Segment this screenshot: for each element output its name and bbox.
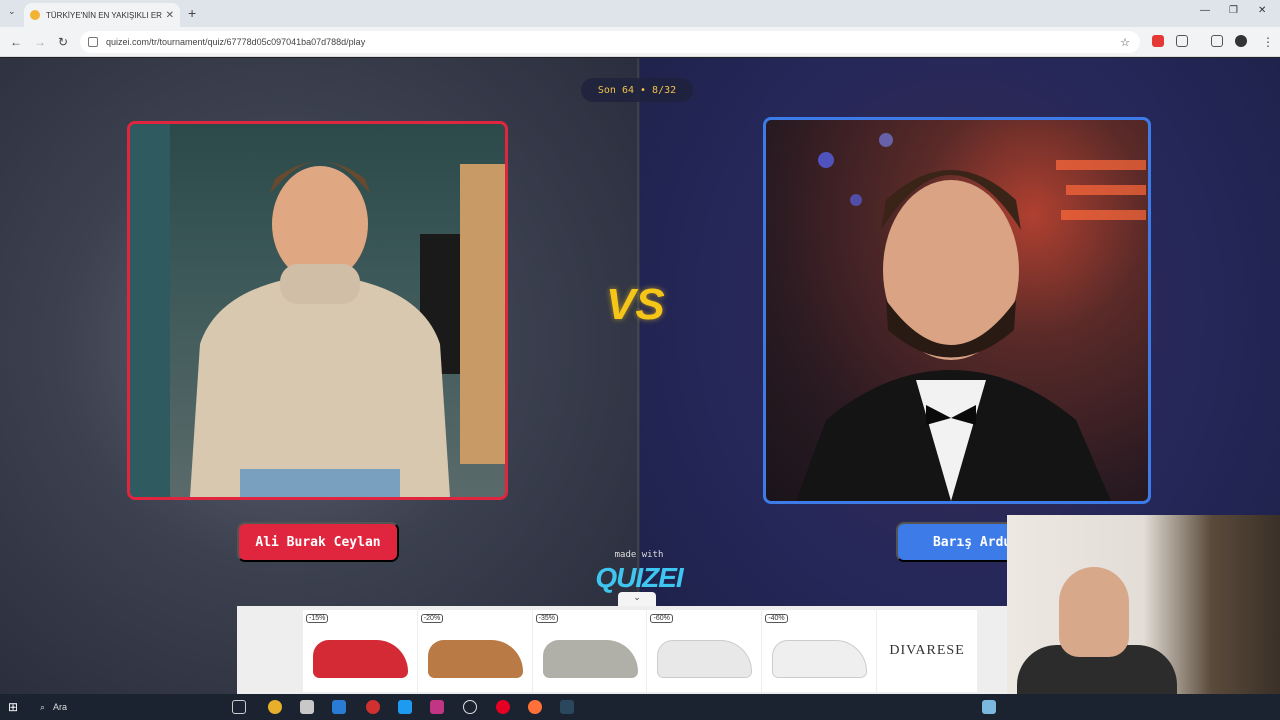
extension-icon[interactable] (1152, 35, 1164, 47)
taskbar-search[interactable]: ⌕ Ara (32, 694, 222, 720)
instagram-icon[interactable] (430, 700, 444, 714)
browser-tab[interactable]: TÜRKİYE'NİN EN YAKIŞIKLI ERKE ✕ (24, 3, 180, 27)
forward-icon[interactable]: → (34, 35, 46, 49)
discount-badge: -60% (650, 614, 673, 623)
site-info-icon[interactable] (88, 37, 98, 47)
advertisement-banner[interactable]: -15% -20% -35% -60% -40% DIVARESE ⓘ ⋮ (237, 606, 1025, 694)
quizei-logo[interactable]: QUIZEI (594, 562, 684, 594)
discount-badge: -35% (535, 614, 558, 623)
favicon-icon (30, 10, 40, 20)
tab-close-icon[interactable]: ✕ (166, 10, 174, 21)
address-bar-row: ← → ↻ quizei.com/tr/tournament/quiz/6777… (0, 27, 1280, 57)
left-contestant-photo[interactable] (127, 121, 508, 500)
discount-badge: -15% (306, 614, 329, 623)
shoe-image (657, 640, 753, 678)
discount-badge: -40% (765, 614, 788, 623)
taskbar-search-placeholder: Ara (53, 702, 68, 712)
windows-taskbar: ⊞ ⌕ Ara (0, 694, 1280, 720)
chrome-icon[interactable] (268, 700, 282, 714)
browser-tab-strip: ⌄ TÜRKİYE'NİN EN YAKIŞIKLI ERKE ✕ + — ❐ … (0, 0, 1280, 27)
choose-left-button[interactable]: Ali Burak Ceylan (237, 522, 399, 562)
close-window-icon[interactable]: ✕ (1258, 5, 1266, 16)
right-contestant-photo[interactable] (763, 117, 1151, 504)
task-view-icon[interactable] (232, 700, 246, 714)
versus-badge: VS (606, 280, 665, 329)
windows-start-icon[interactable]: ⊞ (8, 700, 18, 714)
shoe-image (427, 640, 523, 678)
menu-kebab-icon[interactable]: ⋮ (1262, 35, 1274, 49)
mail-icon[interactable] (332, 700, 346, 714)
store-icon[interactable] (300, 700, 314, 714)
left-person-illustration (130, 124, 505, 497)
ad-product[interactable]: -60% (647, 610, 763, 692)
ad-product[interactable]: -15% (303, 610, 418, 692)
weather-icon[interactable] (982, 700, 996, 714)
new-tab-button[interactable]: + (188, 5, 196, 21)
ad-product-strip: -15% -20% -35% -60% -40% DIVARESE ⓘ ⋮ (303, 610, 1025, 692)
round-indicator: Son 64 • 8/32 (581, 78, 693, 102)
firefox-icon[interactable] (528, 700, 542, 714)
back-icon[interactable]: ← (10, 35, 22, 49)
search-icon: ⌕ (40, 701, 46, 712)
extensions-puzzle-icon[interactable] (1176, 35, 1188, 47)
restore-icon[interactable]: ❐ (1229, 5, 1238, 16)
ad-product[interactable]: -20% (418, 610, 533, 692)
ad-product[interactable]: -40% (762, 610, 878, 692)
tab-search-icon[interactable]: ⌄ (8, 6, 16, 17)
discount-badge: -20% (420, 614, 444, 623)
tab-title: TÜRKİYE'NİN EN YAKIŞIKLI ERKE (46, 10, 162, 20)
url-text: quizei.com/tr/tournament/quiz/67778d05c0… (106, 37, 366, 47)
reload-icon[interactable]: ↻ (58, 35, 68, 49)
ad-brand-logo[interactable]: DIVARESE (877, 610, 977, 692)
pinterest-icon[interactable] (496, 700, 510, 714)
webcam-overlay (1007, 515, 1280, 720)
shoe-image (313, 640, 408, 678)
steam-icon[interactable] (560, 700, 574, 714)
chatgpt-icon[interactable] (463, 700, 477, 714)
webcam-person-face (1059, 567, 1129, 657)
twitter-icon[interactable] (398, 700, 412, 714)
minimize-icon[interactable]: — (1200, 5, 1210, 16)
ad-product[interactable]: -35% (533, 610, 648, 692)
shoe-image (542, 640, 638, 678)
app-icon[interactable] (366, 700, 380, 714)
right-person-illustration (796, 133, 1146, 501)
made-with-label: made with (614, 550, 664, 560)
profile-avatar-icon[interactable] (1235, 35, 1247, 47)
media-control-icon[interactable] (1211, 35, 1223, 47)
url-field[interactable]: quizei.com/tr/tournament/quiz/67778d05c0… (80, 31, 1140, 53)
bookmark-star-icon[interactable]: ☆ (1120, 36, 1130, 49)
shoe-image (772, 640, 868, 678)
